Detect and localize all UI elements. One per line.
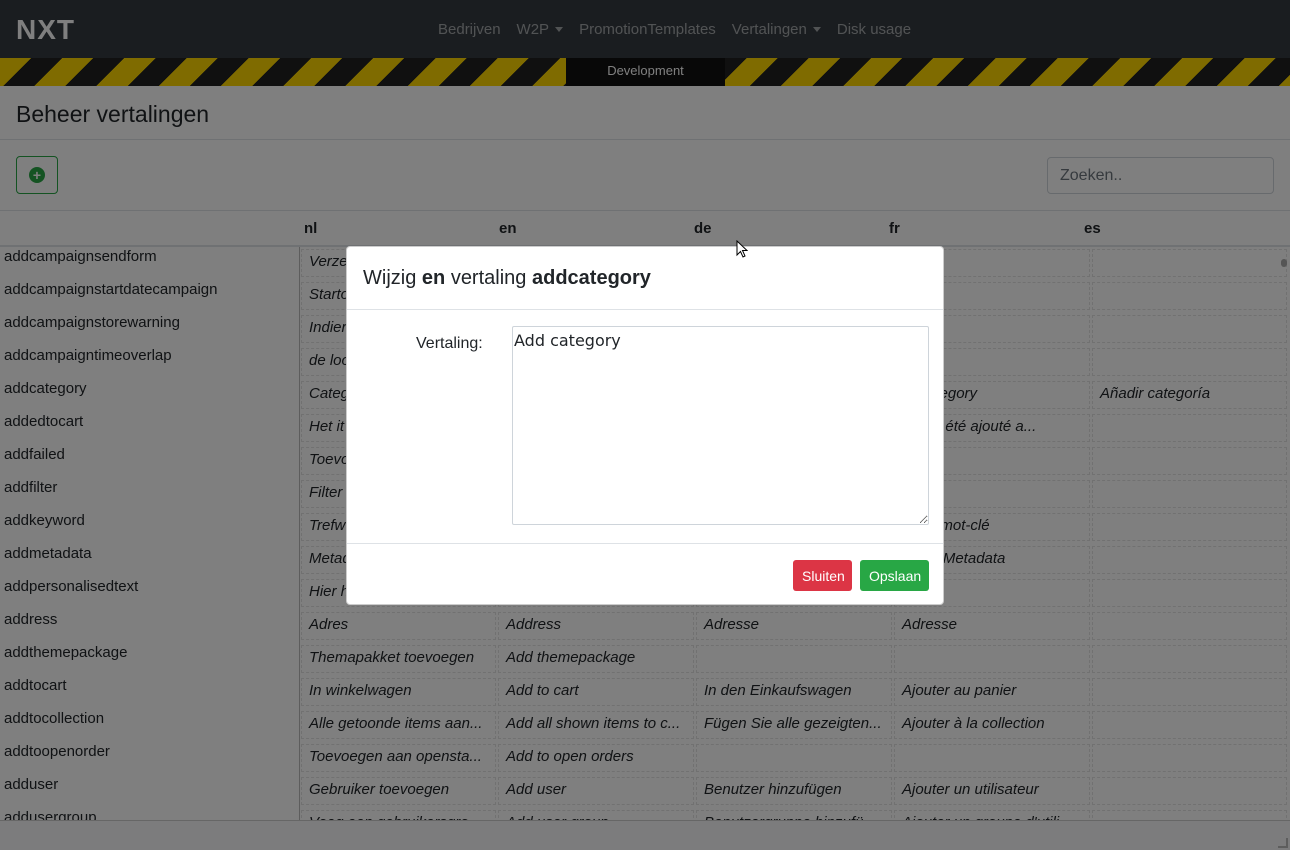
save-button[interactable]: Opslaan [860,560,929,591]
edit-translation-modal: Wijzig en vertaling addcategory Vertalin… [346,246,944,605]
modal-title-language: en [421,267,446,289]
translation-label: Vertaling: [416,335,483,352]
modal-title-key: addcategory [531,267,651,289]
modal-footer: Sluiten Opslaan [347,543,943,605]
translation-textarea[interactable]: Add category [512,326,929,525]
modal-header: Wijzig en vertaling addcategory [347,247,943,310]
close-button[interactable]: Sluiten [793,560,852,591]
modal-body: Vertaling: Add category [347,310,943,543]
modal-title: Wijzig en vertaling addcategory [363,267,651,289]
mouse-pointer-icon [736,240,748,258]
